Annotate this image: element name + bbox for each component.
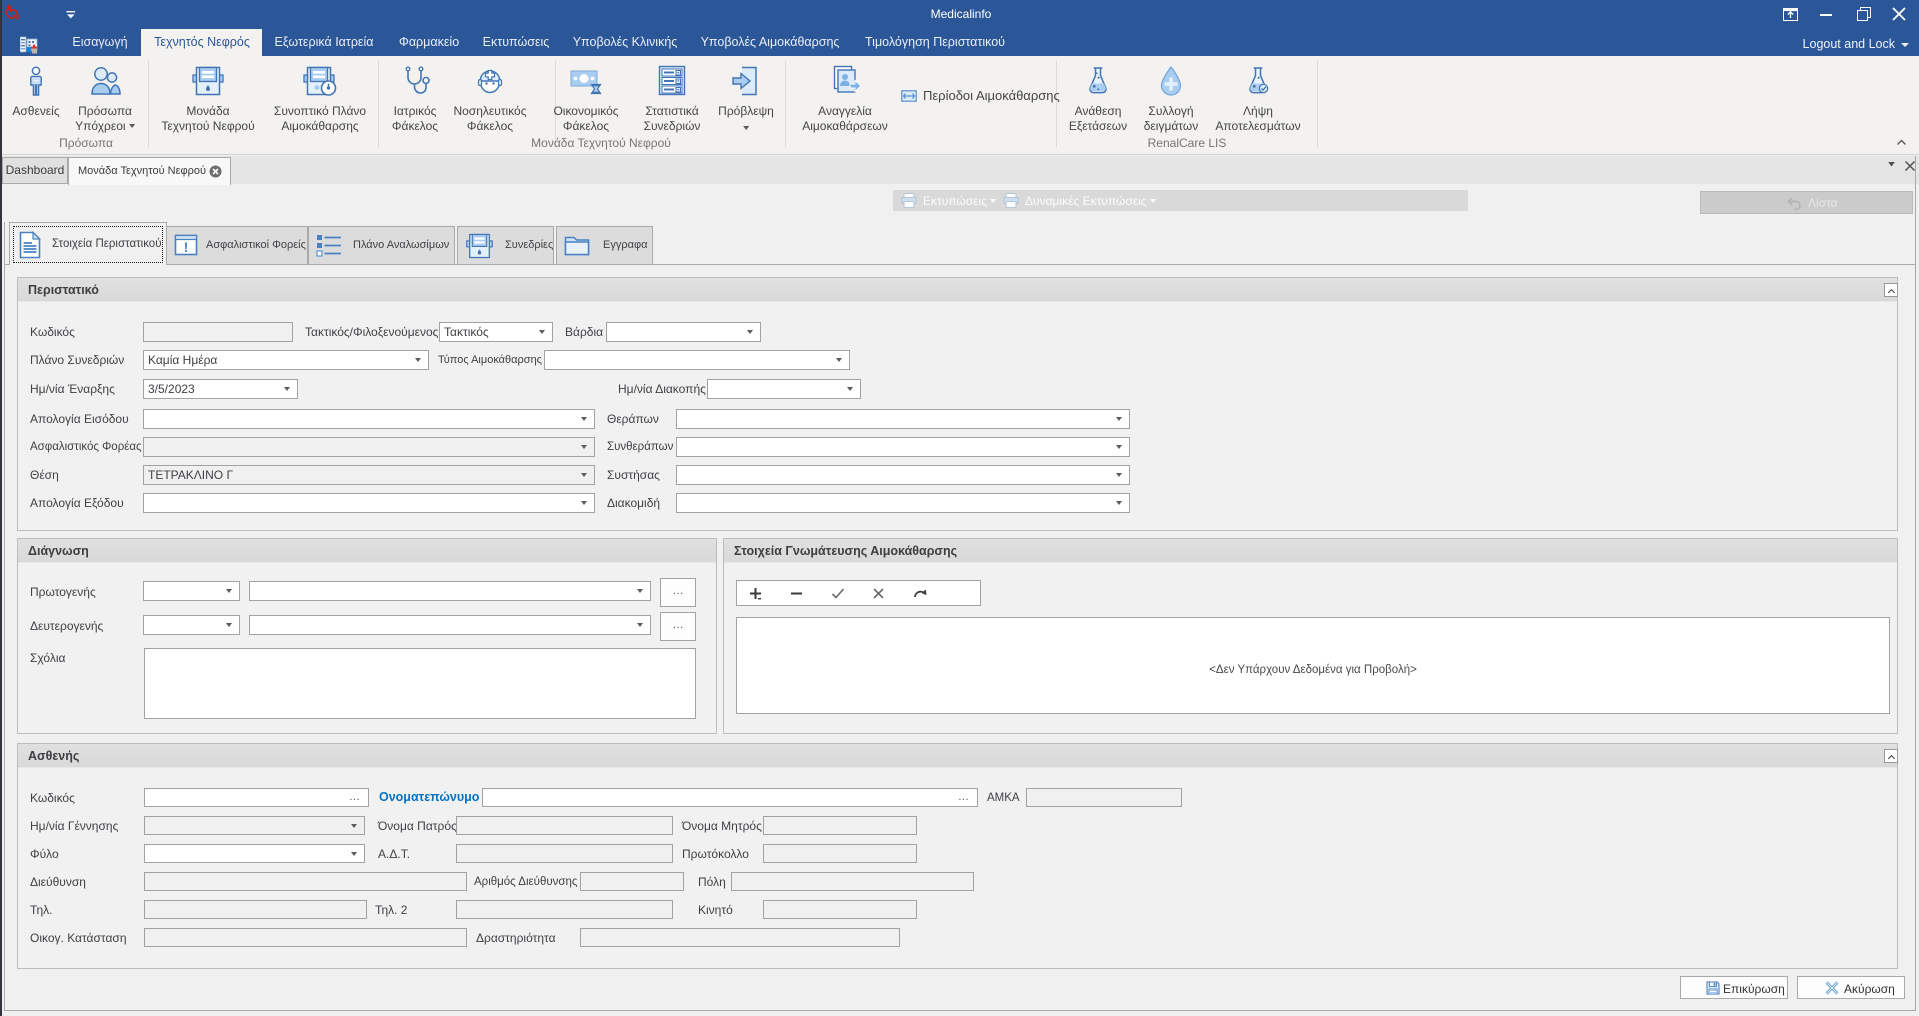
svg-text:!: ! bbox=[184, 239, 189, 255]
